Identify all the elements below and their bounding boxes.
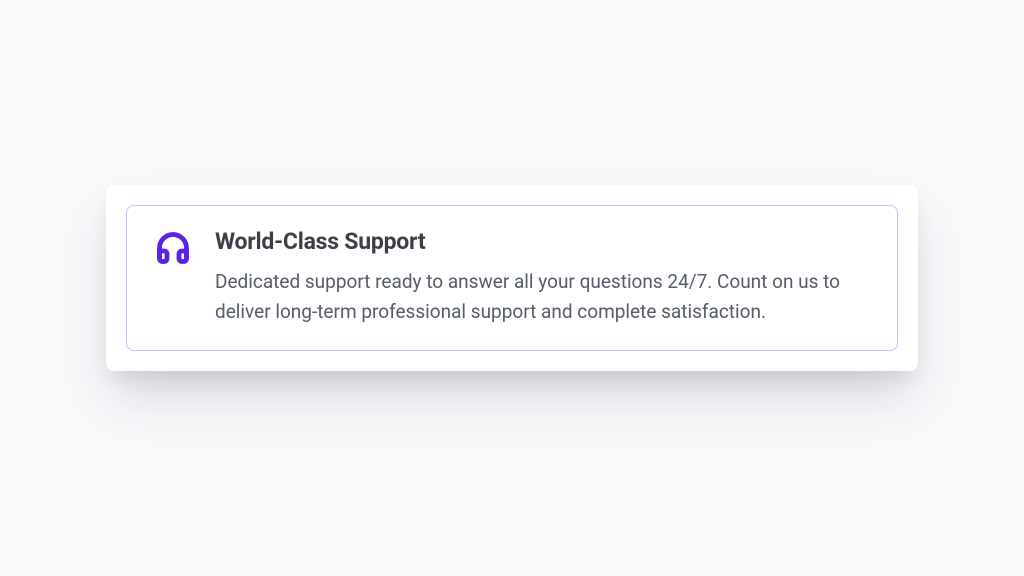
headphones-icon — [155, 228, 191, 266]
feature-title: World-Class Support — [215, 228, 869, 255]
feature-card-outer: World-Class Support Dedicated support re… — [106, 185, 918, 371]
feature-content: World-Class Support Dedicated support re… — [215, 228, 869, 326]
feature-description: Dedicated support ready to answer all yo… — [215, 267, 869, 326]
feature-card: World-Class Support Dedicated support re… — [126, 205, 898, 351]
